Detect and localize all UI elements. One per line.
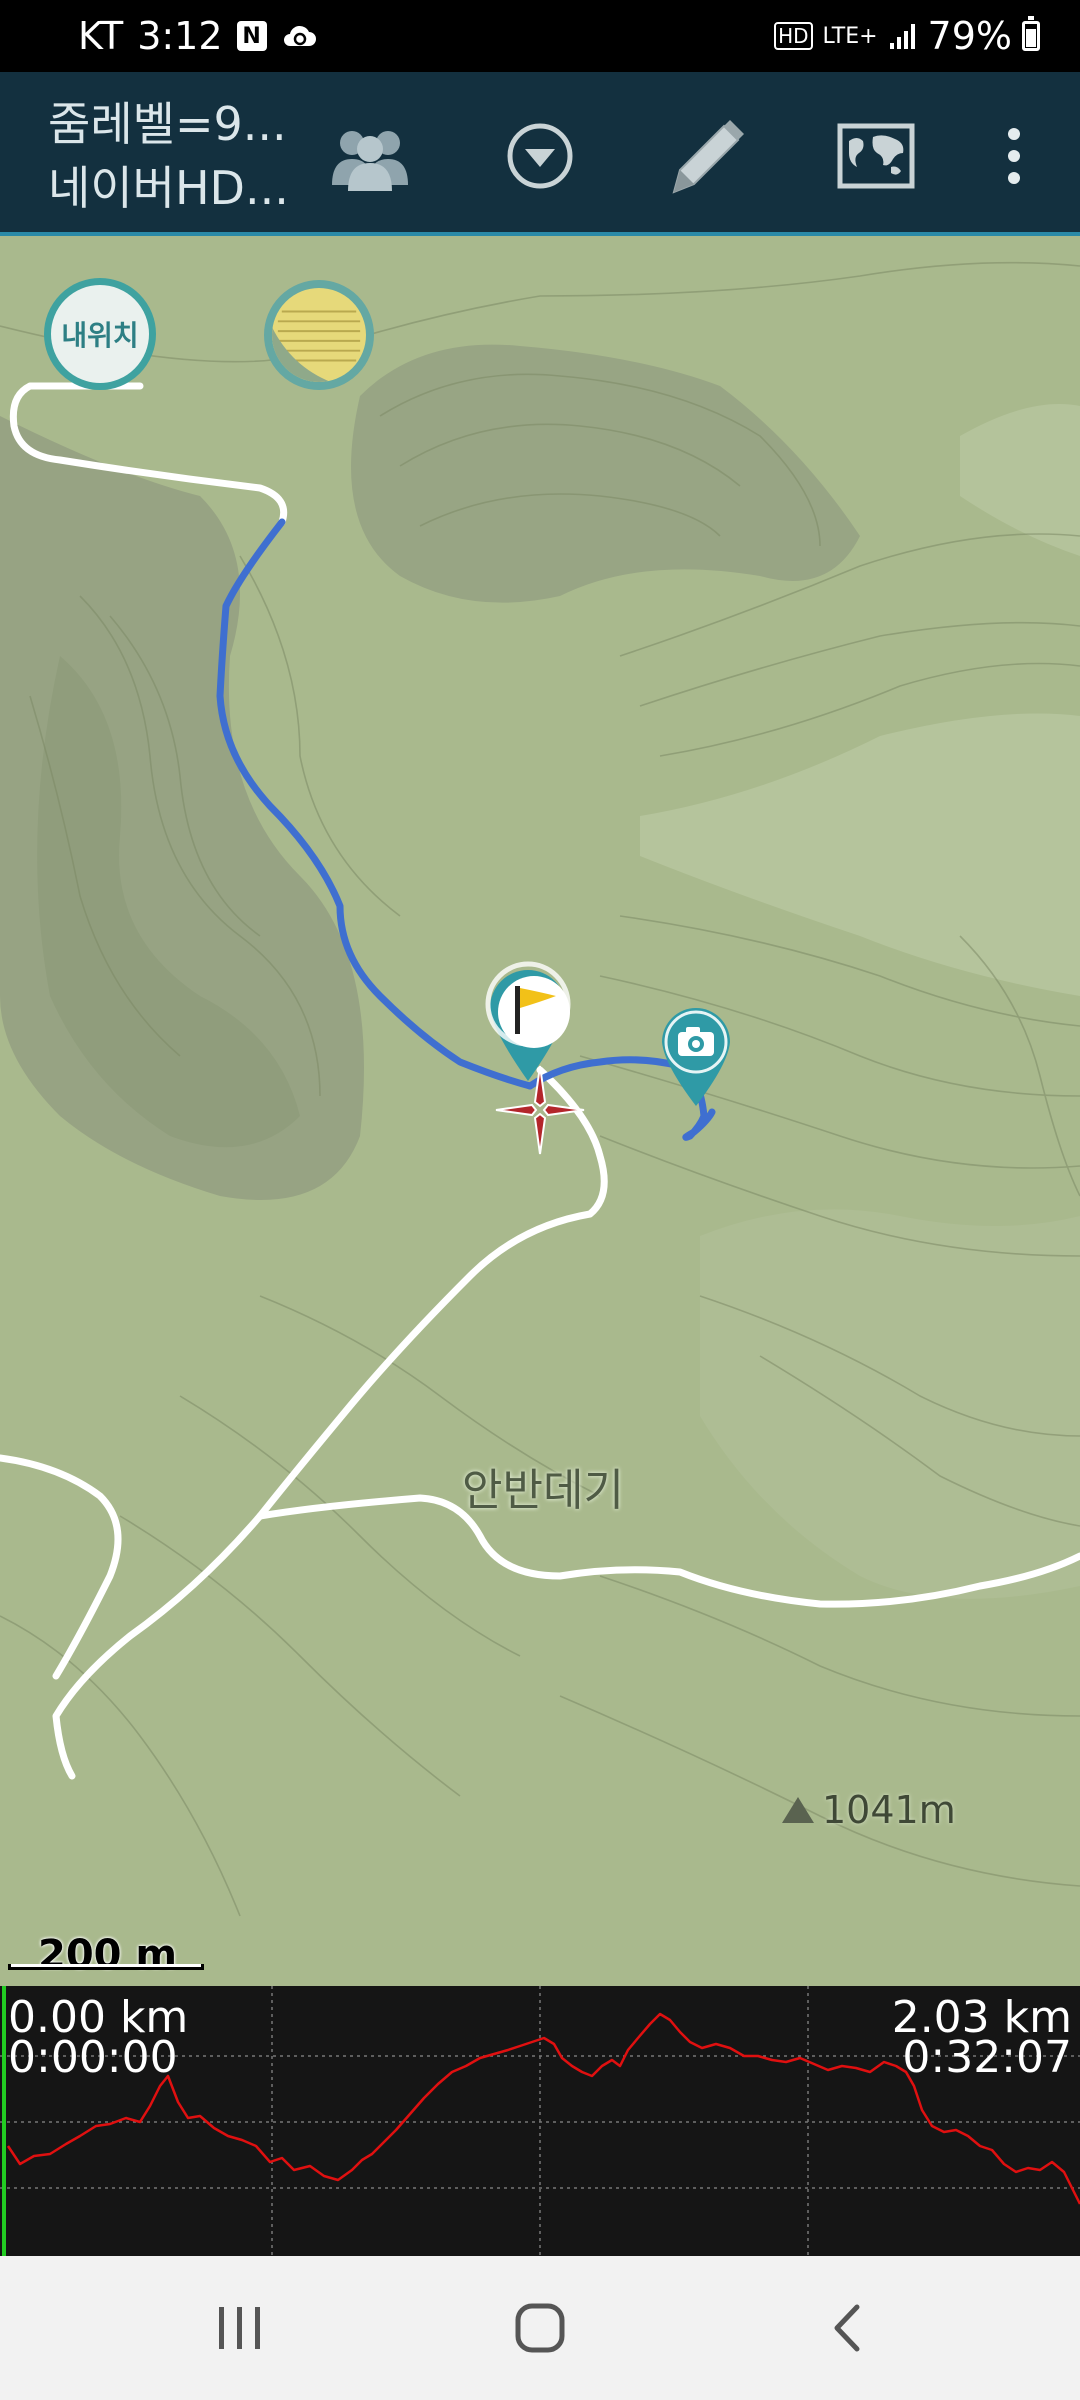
- status-left: KT 3:12 N: [78, 12, 317, 60]
- scale-bar: 200 m: [8, 1932, 204, 1978]
- toolbar-titles[interactable]: 줌레벨=9... 네이버HD...: [48, 92, 289, 220]
- clock: 3:12: [137, 14, 223, 58]
- layer-icon: [272, 310, 361, 382]
- camera-marker-icon[interactable]: [656, 1002, 736, 1112]
- group-button[interactable]: [322, 108, 418, 204]
- group-icon: [332, 131, 408, 191]
- topo-map[interactable]: 내위치 안반데기 1041m 200 m: [0, 236, 1080, 1986]
- status-right: HD LTE+ 79%: [774, 12, 1040, 60]
- app-toolbar: 줌레벨=9... 네이버HD...: [0, 72, 1080, 236]
- peak-marker: 1041m: [780, 1788, 956, 1832]
- battery-percent: 79%: [927, 14, 1012, 58]
- dropdown-button[interactable]: [492, 108, 588, 204]
- edit-button[interactable]: [660, 108, 756, 204]
- my-location-button[interactable]: 내위치: [44, 278, 156, 390]
- dropdown-circle-icon: [507, 123, 573, 189]
- profile-start-info: 0.00 km 0:00:00: [8, 1996, 188, 2083]
- profile-end-info: 2.03 km 0:32:07: [892, 1996, 1072, 2083]
- home-button[interactable]: [500, 2296, 580, 2360]
- back-button[interactable]: [806, 2296, 886, 2360]
- hd-icon: HD: [774, 22, 813, 50]
- scale-line: [8, 1964, 204, 1970]
- recents-button[interactable]: [200, 2296, 280, 2360]
- map-select-button[interactable]: [828, 108, 924, 204]
- system-nav-bar: [0, 2256, 1080, 2400]
- my-location-label: 내위치: [61, 319, 139, 352]
- recents-icon: [219, 2307, 260, 2349]
- toolbar-title-line1: 줌레벨=9...: [48, 97, 287, 151]
- scale-label: 200 m: [38, 1932, 178, 1978]
- overflow-menu-button[interactable]: [964, 108, 1064, 204]
- cloud-sync-icon: [281, 22, 317, 50]
- world-map-icon: [837, 123, 915, 189]
- home-icon: [515, 2303, 565, 2353]
- carrier-label: KT: [78, 14, 124, 58]
- peak-triangle-icon: [782, 1797, 814, 1823]
- elevation-profile[interactable]: 0.00 km 0:00:00 2.03 km 0:32:07: [0, 1986, 1080, 2256]
- place-name-label: 안반데기: [462, 1465, 624, 1516]
- lte-icon: LTE+: [822, 23, 878, 49]
- naver-icon: N: [236, 21, 267, 51]
- more-vert-icon: [1008, 128, 1020, 184]
- toolbar-title-line2: 네이버HD...: [48, 161, 289, 215]
- signal-icon: [888, 21, 918, 51]
- status-bar: KT 3:12 N HD LTE+ 79%: [0, 0, 1080, 72]
- profile-start-time: 0:00:00: [8, 2032, 178, 2083]
- back-icon: [834, 2304, 860, 2352]
- battery-icon: [1022, 16, 1040, 51]
- pencil-icon: [672, 120, 744, 194]
- profile-end-time: 0:32:07: [902, 2032, 1072, 2083]
- peak-elevation-label: 1041m: [822, 1788, 956, 1832]
- layer-toggle-button[interactable]: [264, 280, 374, 390]
- crosshair-icon: [495, 1065, 585, 1155]
